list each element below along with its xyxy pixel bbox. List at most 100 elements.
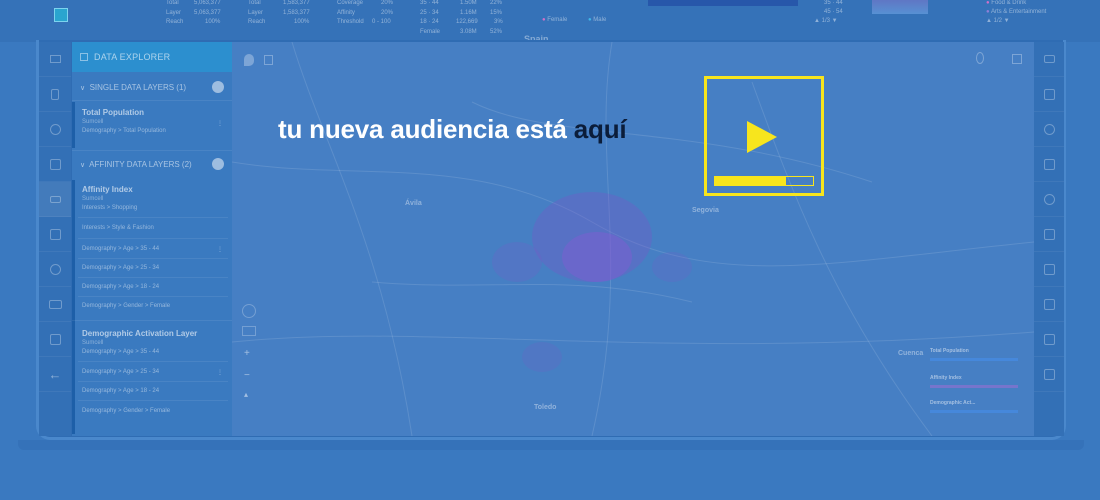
lock-icon[interactable] [1034, 357, 1064, 392]
id-card-icon[interactable] [1034, 217, 1064, 252]
divider [72, 150, 232, 151]
stat-label: Affinity [337, 10, 355, 16]
draw-icon[interactable] [242, 304, 256, 318]
zoom-in-button[interactable]: + [244, 348, 250, 359]
single-section-toggle[interactable]: ∨ SINGLE DATA LAYERS (1) [80, 83, 186, 92]
map-legend: Total Population Affinity Index Demograp… [924, 346, 1024, 426]
layer-row: Demography > Age > 18 - 24 [82, 388, 160, 394]
sort-icon[interactable] [1034, 77, 1064, 112]
stat-label: Coverage [337, 0, 364, 6]
monitor-icon[interactable] [39, 287, 71, 322]
interest-item: ● Arts & Entertainment [986, 9, 1047, 15]
more-icon[interactable]: ⋮ [217, 120, 223, 127]
video-progress-bar[interactable] [714, 176, 814, 186]
affinity-section-toggle[interactable]: ∨ AFFINITY DATA LAYERS (2) [80, 160, 192, 169]
stat-value: 5,063,377 [194, 10, 221, 16]
layers-icon[interactable] [242, 326, 256, 336]
layer-title[interactable]: Total Population [82, 108, 144, 117]
layer-row: Interests > Style & Fashion [82, 225, 154, 231]
legend-bar [930, 385, 1018, 388]
divider [78, 238, 228, 239]
layer-accent [72, 180, 75, 434]
stat-label: Reach [248, 19, 266, 25]
filter-icon[interactable] [39, 147, 71, 182]
device-base [18, 440, 1084, 450]
export-icon[interactable] [39, 322, 71, 357]
stat-value: 20% [381, 0, 394, 6]
layer-sub: Sumcell [82, 119, 104, 125]
map-canvas[interactable]: Ávila Segovia Toledo Cuenca + − ▴ Total … [232, 42, 1034, 436]
left-toolbar: ← [39, 42, 71, 436]
briefcase-icon[interactable] [1034, 322, 1064, 357]
layer-row: Demography > Age > 18 - 24 [82, 284, 160, 290]
divider [78, 217, 228, 218]
headline-accent: aquí [573, 114, 627, 144]
layer-sub: Sumcell [82, 340, 104, 346]
twitter-icon[interactable] [1034, 182, 1064, 217]
pin-icon[interactable] [39, 252, 71, 287]
density-cluster [562, 232, 632, 282]
search-icon[interactable] [39, 112, 71, 147]
fullscreen-icon[interactable] [1012, 54, 1022, 64]
headline: tu nueva audiencia está aquí [278, 114, 627, 145]
stat-label: Total [166, 0, 179, 6]
layer-sub: Sumcell [82, 196, 104, 202]
right-pager[interactable]: ▲ 1/3 ▼ [814, 18, 838, 24]
age-value: 122,669 [456, 19, 478, 25]
divider [78, 277, 228, 278]
top-stats-strip: Total Layer Reach 5,063,377 5,063,377 10… [0, 0, 1100, 44]
stats-bar [648, 0, 798, 6]
age-pct: 3% [494, 19, 503, 25]
gender-label: Female [420, 29, 441, 35]
compass-icon[interactable]: ▴ [244, 390, 248, 399]
city-label: Toledo [534, 404, 557, 411]
stat-value: 1,583,377 [283, 0, 310, 6]
layer-accent [72, 102, 75, 148]
menu-icon[interactable] [1034, 42, 1064, 77]
right-age: 35 · 44 [824, 0, 843, 6]
app-logo-square [54, 8, 68, 22]
layers-icon [80, 53, 88, 61]
stat-label: Layer [248, 10, 264, 16]
layer-row: Demography > Gender > Female [82, 408, 171, 414]
more-icon[interactable]: ⋮ [217, 246, 223, 253]
legend-male: ● Male [588, 17, 607, 23]
age-pct: 22% [490, 0, 503, 6]
camera-icon[interactable] [39, 217, 71, 252]
stat-value: 20% [381, 10, 394, 16]
divider [78, 361, 228, 362]
divider [72, 320, 232, 321]
city-label: Ávila [405, 200, 422, 207]
legend-title: Demographic Act... [930, 400, 976, 406]
stat-value: 5,063,377 [194, 0, 221, 6]
map-pin-icon[interactable] [976, 52, 984, 64]
location-pin-icon[interactable] [244, 54, 254, 66]
stat-label: Threshold [337, 19, 364, 25]
device-icon[interactable] [39, 77, 71, 112]
cards-icon[interactable] [1034, 147, 1064, 182]
back-arrow-icon[interactable]: ← [39, 357, 71, 392]
data-explorer-panel: DATA EXPLORER ∨ SINGLE DATA LAYERS (1) T… [72, 42, 232, 436]
layers-icon[interactable] [39, 182, 71, 217]
video-progress-fill [715, 177, 786, 185]
divider [72, 100, 232, 101]
play-icon[interactable] [747, 121, 777, 153]
more-icon[interactable]: ⋮ [217, 369, 223, 376]
layer-title[interactable]: Affinity Index [82, 185, 133, 194]
layer-row: Demography > Age > 25 - 34 [82, 265, 160, 271]
layer-title[interactable]: Demographic Activation Layer [82, 329, 197, 338]
copy-icon[interactable] [264, 55, 273, 65]
legend-bar [930, 358, 1018, 361]
stat-label: Reach [166, 19, 184, 25]
store-icon[interactable] [1034, 287, 1064, 322]
menu-icon[interactable] [39, 42, 71, 77]
stat-value: 100% [205, 19, 221, 25]
legend-title: Total Population [930, 348, 969, 354]
people-icon[interactable] [1034, 112, 1064, 147]
interest-pager[interactable]: ▲ 1/2 ▼ [986, 18, 1010, 24]
stat-value: 100% [294, 19, 310, 25]
home-icon[interactable] [1034, 252, 1064, 287]
layer-row: Demography > Age > 35 - 44 [82, 246, 160, 252]
density-cluster [522, 342, 562, 372]
zoom-out-button[interactable]: − [244, 370, 250, 381]
